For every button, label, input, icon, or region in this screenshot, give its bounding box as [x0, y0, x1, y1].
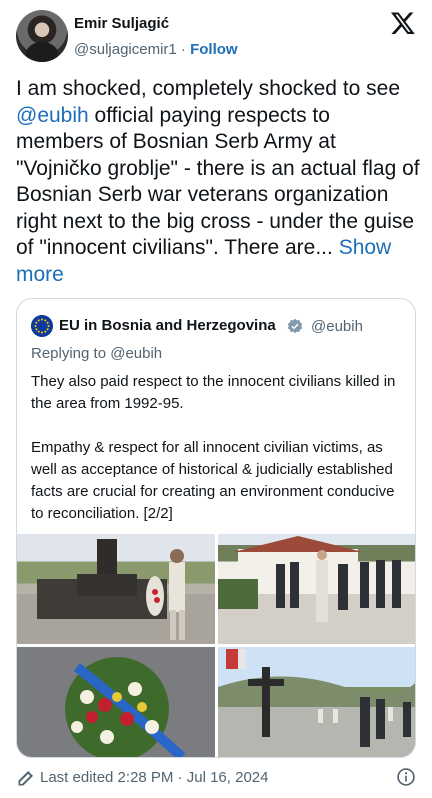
author-handle-row: @suljagicemir1 · Follow [74, 41, 238, 58]
quoted-paragraph-1: They also paid respect to the innocent c… [31, 373, 396, 412]
officials-standing-illustration [218, 536, 415, 644]
wreath-laying-photo[interactable] [17, 534, 215, 644]
cemetery-cross-illustration [218, 647, 415, 757]
x-logo-icon[interactable] [390, 10, 416, 36]
quoted-paragraph-2: Empathy & respect for all innocent civil… [31, 439, 395, 522]
quoted-author-handle: @eubih [311, 318, 363, 335]
cemetery-cross-photo[interactable] [218, 647, 415, 757]
mention-link[interactable]: @eubih [16, 104, 89, 127]
quoted-author-name: EU in Bosnia and Herzegovina [59, 317, 276, 334]
quoted-tweet-header: EU in Bosnia and Herzegovina @eubih [31, 315, 411, 337]
last-edited-timestamp[interactable]: Last edited 2:28 PM · Jul 16, 2024 [40, 769, 268, 786]
author-name[interactable]: Emir Suljagić [74, 15, 169, 32]
follow-button[interactable]: Follow [190, 41, 238, 58]
flower-wreath-photo[interactable] [17, 647, 215, 757]
info-icon[interactable] [396, 767, 416, 787]
wreath-laying-illustration [17, 539, 215, 644]
handle-separator: · [176, 41, 191, 58]
author-handle[interactable]: @suljagicemir1 [74, 41, 177, 58]
replying-to: Replying to @eubih [31, 345, 163, 362]
photo-grid [17, 534, 415, 757]
tweet-header: Emir Suljagić @suljagicemir1 · Follow [16, 10, 416, 64]
edit-pencil-icon [18, 771, 33, 786]
officials-standing-photo[interactable] [218, 534, 415, 644]
flower-wreath-illustration [17, 647, 215, 757]
eu-flag-icon[interactable] [31, 315, 53, 337]
quoted-tweet-text: They also paid respect to the innocent c… [31, 371, 403, 525]
avatar[interactable] [16, 10, 68, 62]
verified-badge-icon [287, 318, 303, 334]
quoted-tweet[interactable]: EU in Bosnia and Herzegovina @eubih Repl… [16, 298, 416, 758]
tweet-footer: Last edited 2:28 PM · Jul 16, 2024 [16, 764, 416, 792]
tweet-text: I am shocked, completely shocked to see … [16, 76, 420, 288]
tweet-text-part: I am shocked, completely shocked to see [16, 77, 401, 100]
